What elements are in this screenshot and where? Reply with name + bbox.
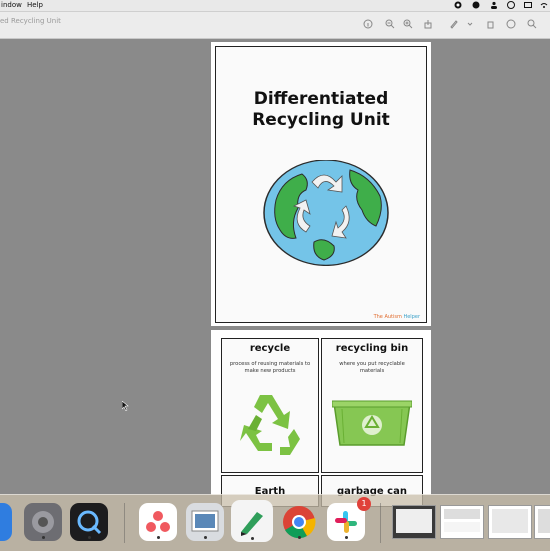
dock-app-chrome[interactable] (280, 503, 318, 541)
dock-separator (380, 503, 381, 543)
brand-prefix: The Autism (373, 314, 402, 320)
cover-frame: Differentiated Recycling Unit The Autism… (215, 46, 427, 323)
earth-recycle-illustration (263, 160, 389, 266)
dock-minimized-window-4[interactable] (534, 505, 550, 539)
title-line-1: Differentiated (253, 89, 389, 109)
slack-badge: 1 (357, 497, 371, 511)
vocab-card-recycle: recycle process of reusing materials to … (221, 338, 319, 473)
search-icon[interactable] (527, 19, 537, 29)
preview-icon (191, 510, 219, 532)
dock-app-pencil[interactable] (231, 500, 273, 542)
dock-app-slack[interactable]: 1 (327, 497, 371, 541)
messenger-icon[interactable] (472, 1, 480, 9)
pencil-icon (241, 512, 263, 536)
dock-app-preview[interactable] (186, 503, 224, 541)
dock-app-finder[interactable] (0, 503, 12, 541)
card-description: process of reusing materials to make new… (229, 361, 311, 374)
card-title: recycling bin (335, 343, 409, 354)
document-page-cover: Differentiated Recycling Unit The Autism… (211, 42, 431, 326)
window-title: ed Recycling Unit (0, 17, 61, 25)
vpn-icon[interactable] (507, 1, 515, 9)
document-title: Differentiated Recycling Unit (216, 89, 426, 131)
zoom-out-icon[interactable] (385, 19, 395, 29)
brand-suffix: Helper (401, 314, 420, 320)
display-icon[interactable] (524, 1, 532, 9)
mouse-cursor-icon (122, 401, 129, 411)
dock-minimized-window-2[interactable] (440, 505, 484, 539)
running-indicator (87, 536, 91, 539)
recycling-bin-icon (332, 400, 412, 446)
running-indicator (297, 536, 301, 539)
running-indicator (250, 537, 254, 540)
record-icon[interactable] (454, 1, 462, 9)
dock-app-system-preferences[interactable] (24, 503, 62, 541)
preview-toolbar: ed Recycling Unit (0, 12, 550, 39)
document-page-cards: recycle process of reusing materials to … (211, 330, 431, 507)
running-indicator (203, 536, 207, 539)
info-icon[interactable] (363, 19, 373, 29)
zoom-in-icon[interactable] (403, 19, 413, 29)
quicktime-icon (77, 510, 102, 535)
brand-logo: The Autism Helper (374, 314, 420, 320)
dock: 1 (0, 494, 550, 551)
card-description: where you put recyclable materials (339, 361, 405, 374)
dock-app-asana[interactable] (139, 503, 177, 541)
dock-minimized-window-1[interactable] (392, 505, 436, 539)
people-icon[interactable] (490, 1, 498, 9)
menu-bar: indow Help (0, 0, 550, 12)
chrome-icon (283, 506, 316, 539)
wifi-icon[interactable] (540, 1, 548, 9)
gear-icon (32, 511, 54, 533)
menu-help[interactable]: Help (27, 1, 43, 9)
dock-separator (124, 503, 125, 543)
running-indicator (41, 536, 45, 539)
vocab-card-recycling-bin: recycling bin where you put recyclable m… (321, 338, 423, 473)
card-title: recycle (249, 343, 291, 354)
markup-icon[interactable] (449, 19, 459, 29)
dock-app-quicktime[interactable] (70, 503, 108, 541)
recycle-symbol-icon (240, 395, 300, 455)
share-icon[interactable] (423, 19, 433, 29)
rotate-icon[interactable] (486, 19, 496, 29)
dock-minimized-window-3[interactable] (488, 505, 532, 539)
slack-icon (335, 511, 357, 533)
chevron-down-icon[interactable] (465, 19, 475, 29)
annotate-icon[interactable] (506, 19, 516, 29)
running-indicator (156, 536, 160, 539)
running-indicator (344, 536, 348, 539)
asana-icon (146, 511, 170, 532)
title-line-2: Recycling Unit (252, 110, 390, 130)
menu-window[interactable]: indow (1, 1, 22, 9)
